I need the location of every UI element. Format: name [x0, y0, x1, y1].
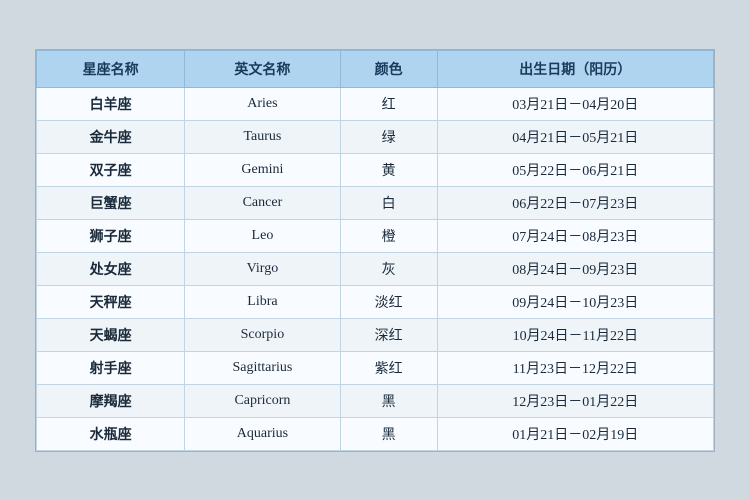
cell-dates: 08月24日－09月23日: [437, 252, 713, 285]
cell-dates: 09月24日－10月23日: [437, 285, 713, 318]
cell-color: 红: [340, 87, 437, 120]
table-row: 天蝎座Scorpio深红10月24日－11月22日: [37, 318, 714, 351]
cell-color: 淡红: [340, 285, 437, 318]
header-chinese-name: 星座名称: [37, 50, 185, 87]
cell-english-name: Gemini: [185, 153, 340, 186]
header-dates: 出生日期（阳历）: [437, 50, 713, 87]
cell-color: 灰: [340, 252, 437, 285]
cell-chinese-name: 天蝎座: [37, 318, 185, 351]
cell-dates: 05月22日－06月21日: [437, 153, 713, 186]
cell-chinese-name: 水瓶座: [37, 417, 185, 450]
cell-english-name: Libra: [185, 285, 340, 318]
cell-chinese-name: 金牛座: [37, 120, 185, 153]
cell-color: 紫红: [340, 351, 437, 384]
cell-dates: 12月23日－01月22日: [437, 384, 713, 417]
cell-color: 白: [340, 186, 437, 219]
cell-chinese-name: 摩羯座: [37, 384, 185, 417]
table-header-row: 星座名称 英文名称 颜色 出生日期（阳历）: [37, 50, 714, 87]
zodiac-table-container: 星座名称 英文名称 颜色 出生日期（阳历） 白羊座Aries红03月21日－04…: [35, 49, 715, 452]
cell-color: 黄: [340, 153, 437, 186]
table-row: 水瓶座Aquarius黑01月21日－02月19日: [37, 417, 714, 450]
cell-color: 橙: [340, 219, 437, 252]
cell-english-name: Cancer: [185, 186, 340, 219]
cell-chinese-name: 狮子座: [37, 219, 185, 252]
table-row: 白羊座Aries红03月21日－04月20日: [37, 87, 714, 120]
table-row: 摩羯座Capricorn黑12月23日－01月22日: [37, 384, 714, 417]
cell-dates: 11月23日－12月22日: [437, 351, 713, 384]
cell-english-name: Aries: [185, 87, 340, 120]
cell-color: 绿: [340, 120, 437, 153]
cell-chinese-name: 处女座: [37, 252, 185, 285]
cell-dates: 04月21日－05月21日: [437, 120, 713, 153]
cell-english-name: Sagittarius: [185, 351, 340, 384]
table-row: 狮子座Leo橙07月24日－08月23日: [37, 219, 714, 252]
cell-english-name: Virgo: [185, 252, 340, 285]
cell-dates: 07月24日－08月23日: [437, 219, 713, 252]
header-color: 颜色: [340, 50, 437, 87]
cell-dates: 01月21日－02月19日: [437, 417, 713, 450]
cell-english-name: Taurus: [185, 120, 340, 153]
table-row: 天秤座Libra淡红09月24日－10月23日: [37, 285, 714, 318]
cell-dates: 03月21日－04月20日: [437, 87, 713, 120]
cell-chinese-name: 天秤座: [37, 285, 185, 318]
header-english-name: 英文名称: [185, 50, 340, 87]
table-row: 射手座Sagittarius紫红11月23日－12月22日: [37, 351, 714, 384]
cell-english-name: Scorpio: [185, 318, 340, 351]
cell-english-name: Leo: [185, 219, 340, 252]
table-row: 巨蟹座Cancer白06月22日－07月23日: [37, 186, 714, 219]
table-row: 金牛座Taurus绿04月21日－05月21日: [37, 120, 714, 153]
cell-english-name: Capricorn: [185, 384, 340, 417]
cell-dates: 10月24日－11月22日: [437, 318, 713, 351]
zodiac-table: 星座名称 英文名称 颜色 出生日期（阳历） 白羊座Aries红03月21日－04…: [36, 50, 714, 451]
cell-dates: 06月22日－07月23日: [437, 186, 713, 219]
cell-chinese-name: 白羊座: [37, 87, 185, 120]
table-row: 处女座Virgo灰08月24日－09月23日: [37, 252, 714, 285]
cell-color: 深红: [340, 318, 437, 351]
cell-chinese-name: 巨蟹座: [37, 186, 185, 219]
cell-chinese-name: 射手座: [37, 351, 185, 384]
cell-english-name: Aquarius: [185, 417, 340, 450]
cell-color: 黑: [340, 417, 437, 450]
cell-color: 黑: [340, 384, 437, 417]
cell-chinese-name: 双子座: [37, 153, 185, 186]
table-row: 双子座Gemini黄05月22日－06月21日: [37, 153, 714, 186]
table-body: 白羊座Aries红03月21日－04月20日金牛座Taurus绿04月21日－0…: [37, 87, 714, 450]
